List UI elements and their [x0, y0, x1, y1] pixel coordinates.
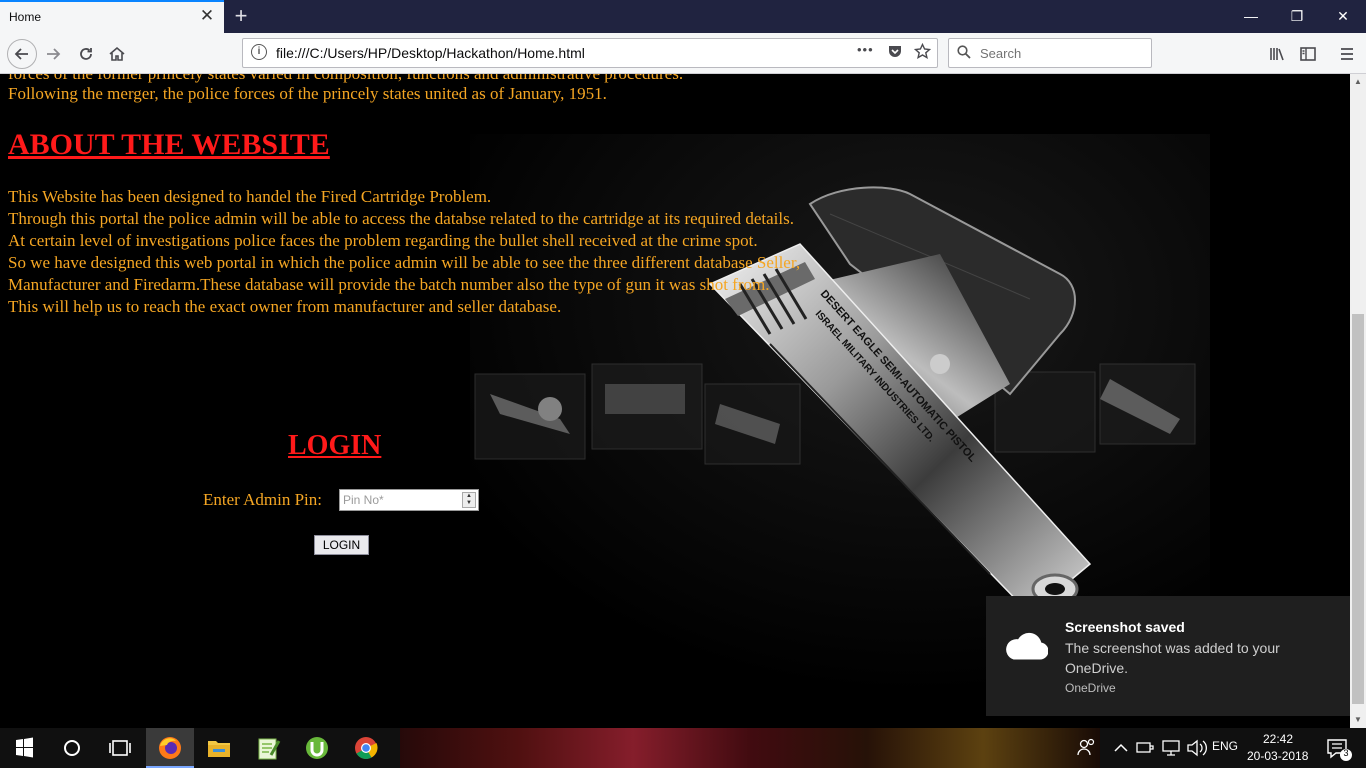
people-icon[interactable]: [1072, 728, 1102, 768]
notepad-plus-icon[interactable]: [244, 728, 292, 768]
close-window-button[interactable]: ✕: [1320, 0, 1366, 33]
login-button[interactable]: LOGIN: [314, 535, 369, 555]
cortana-icon[interactable]: [48, 728, 96, 768]
toast-source: OneDrive: [1065, 681, 1116, 695]
toast-title: Screenshot saved: [1065, 619, 1185, 635]
show-hidden-icons-chevron-icon[interactable]: [1110, 728, 1132, 768]
library-icon[interactable]: [1264, 41, 1290, 67]
page-scrollbar[interactable]: ▲ ▼: [1350, 74, 1366, 728]
task-view-icon[interactable]: [96, 728, 144, 768]
pin-placeholder: Pin No*: [343, 493, 384, 507]
tab-title: Home: [9, 10, 42, 24]
utorrent-icon[interactable]: [293, 728, 341, 768]
number-spinner[interactable]: ▲ ▼: [462, 492, 476, 508]
volume-icon[interactable]: [1184, 728, 1210, 768]
pocket-icon[interactable]: [887, 43, 903, 63]
search-bar[interactable]: Search: [948, 38, 1152, 68]
about-line-4: So we have designed this web portal in w…: [8, 253, 801, 272]
spinner-up-icon[interactable]: ▲: [463, 493, 475, 500]
sidebar-icon[interactable]: [1295, 41, 1321, 67]
about-line-6: This will help us to reach the exact own…: [8, 297, 562, 316]
search-icon: [957, 45, 971, 59]
restore-button[interactable]: ❐: [1274, 0, 1320, 33]
chrome-icon[interactable]: [342, 728, 390, 768]
language-indicator[interactable]: ENG: [1212, 739, 1238, 753]
bookmark-star-icon[interactable]: [913, 42, 932, 64]
windows-start-icon[interactable]: [0, 728, 48, 768]
navigation-toolbar: i file:///C:/Users/HP/Desktop/Hackathon/…: [0, 33, 1366, 74]
windows-taskbar: ENG 22:42 20-03-2018 3: [0, 728, 1366, 768]
clock-time[interactable]: 22:42: [1263, 732, 1293, 746]
about-line-3: At certain level of investigations polic…: [8, 231, 758, 250]
back-icon[interactable]: [7, 39, 37, 69]
tab-home[interactable]: Home ✕: [0, 0, 224, 33]
onedrive-notification[interactable]: Screenshot saved The screenshot was adde…: [986, 596, 1350, 716]
scroll-up-icon[interactable]: ▲: [1350, 74, 1366, 90]
firefox-icon[interactable]: [146, 728, 194, 768]
url-text[interactable]: file:///C:/Users/HP/Desktop/Hackathon/Ho…: [276, 45, 585, 61]
network-icon[interactable]: [1160, 728, 1184, 768]
file-explorer-icon[interactable]: [195, 728, 243, 768]
page-actions-icon[interactable]: •••: [857, 42, 874, 57]
reload-icon[interactable]: [73, 41, 99, 67]
forward-icon[interactable]: [40, 41, 66, 67]
tab-strip: Home ✕ + — ❐ ✕: [0, 0, 1366, 33]
about-line-1: This Website has been designed to handel…: [8, 187, 492, 206]
menu-icon[interactable]: [1334, 41, 1360, 67]
tab-close-icon[interactable]: ✕: [198, 7, 216, 25]
about-heading: ABOUT THE WEBSITE: [8, 128, 330, 161]
taskbar-wallpaper: [400, 728, 1100, 768]
login-heading: LOGIN: [288, 430, 382, 461]
page-info-icon[interactable]: i: [251, 44, 267, 60]
about-line-2: Through this portal the police admin wil…: [8, 209, 794, 228]
address-bar[interactable]: i file:///C:/Users/HP/Desktop/Hackathon/…: [242, 38, 938, 68]
toast-body: The screenshot was added to your OneDriv…: [1065, 640, 1280, 676]
search-placeholder: Search: [980, 46, 1022, 61]
home-icon[interactable]: [104, 41, 130, 67]
cloud-icon: [1006, 632, 1048, 660]
history-line-2: Following the merger, the police forces …: [8, 84, 607, 103]
minimize-button[interactable]: —: [1228, 0, 1274, 33]
scroll-down-icon[interactable]: ▼: [1350, 712, 1366, 728]
new-tab-button[interactable]: +: [230, 3, 252, 29]
admin-pin-input[interactable]: Pin No* ▲ ▼: [339, 489, 479, 511]
clock-date[interactable]: 20-03-2018: [1247, 749, 1308, 763]
action-center-icon[interactable]: 3: [1318, 728, 1358, 768]
scroll-thumb[interactable]: [1352, 314, 1364, 704]
about-line-5: Manufacturer and Firedarm.These database…: [8, 275, 770, 294]
spinner-down-icon[interactable]: ▼: [463, 500, 475, 507]
power-icon[interactable]: [1134, 728, 1158, 768]
pin-label: Enter Admin Pin:: [203, 490, 322, 509]
notification-count: 3: [1343, 748, 1349, 758]
